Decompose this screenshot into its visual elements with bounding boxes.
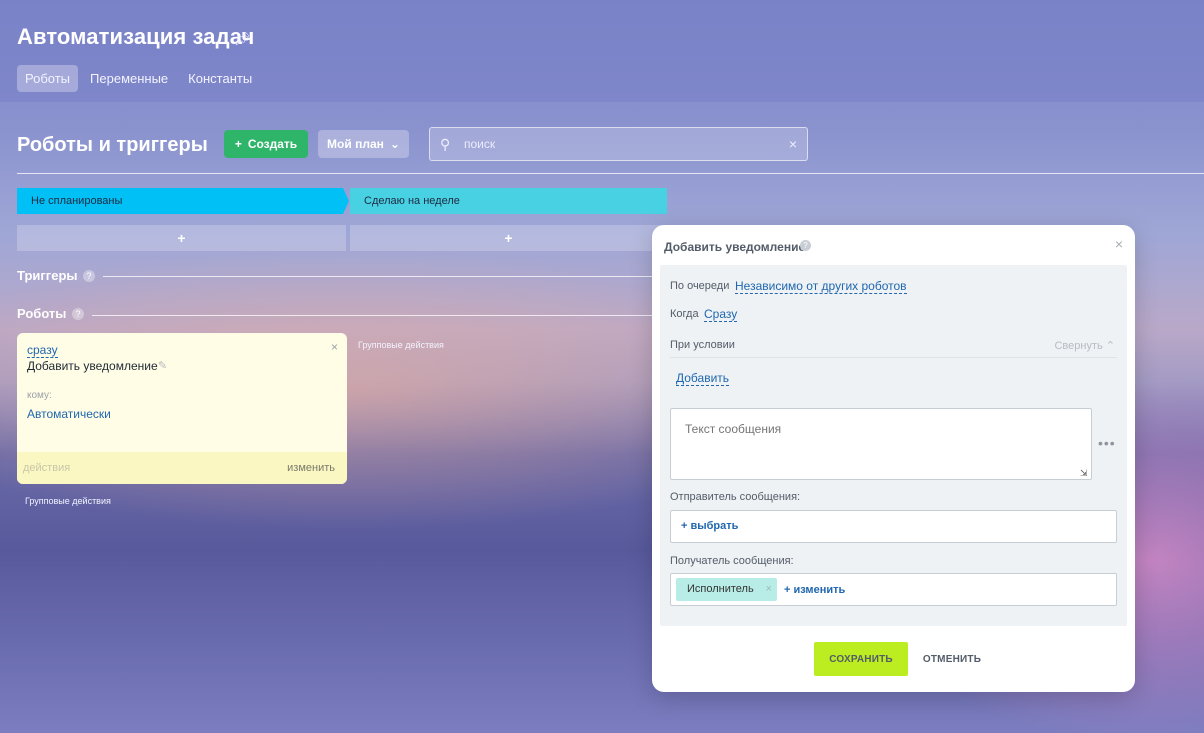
triggers-help-icon[interactable]: ? xyxy=(83,270,95,282)
tab-variables[interactable]: Переменные xyxy=(82,65,176,92)
divider xyxy=(17,173,1204,174)
my-plan-dropdown[interactable]: Мой план ⌄ xyxy=(318,130,409,158)
when-label: Когда xyxy=(670,308,699,320)
tab-bar: Роботы Переменные Константы xyxy=(17,65,260,92)
dialog-close-icon[interactable]: × xyxy=(1115,236,1123,252)
sender-label: Отправитель сообщения: xyxy=(670,491,801,503)
order-value-link[interactable]: Независимо от других роботов xyxy=(735,279,907,294)
create-button-label: Создать xyxy=(247,137,298,151)
section-title: Роботы и триггеры xyxy=(17,134,208,156)
search-box: ⚲ × xyxy=(429,127,808,161)
dialog-title: Добавить уведомление xyxy=(664,240,806,254)
my-plan-label: Мой план xyxy=(327,137,384,151)
search-input[interactable] xyxy=(464,134,774,154)
resize-handle-icon[interactable]: ⇲ xyxy=(1080,468,1088,479)
order-label: По очереди xyxy=(670,280,730,292)
message-text-input[interactable] xyxy=(670,408,1092,480)
collapse-label: Свернуть xyxy=(1054,340,1103,352)
chevron-down-icon: ⌄ xyxy=(389,137,400,151)
collapse-link[interactable]: Свернуть ⌃ xyxy=(1054,339,1115,352)
add-robot-stage-1-button[interactable]: + xyxy=(17,225,346,251)
clear-search-icon[interactable]: × xyxy=(789,136,797,152)
tab-robots[interactable]: Роботы xyxy=(17,65,79,92)
recipient-change-link[interactable]: + изменить xyxy=(784,584,845,596)
remove-chip-icon[interactable]: × xyxy=(766,578,772,601)
robot-when-link[interactable]: сразу xyxy=(27,343,58,358)
recipient-field[interactable]: Исполнитель × + изменить xyxy=(670,573,1117,606)
when-value-link[interactable]: Сразу xyxy=(704,307,738,322)
save-button[interactable]: СОХРАНИТЬ xyxy=(814,642,908,676)
search-icon: ⚲ xyxy=(440,136,451,152)
recipient-chip: Исполнитель × xyxy=(676,578,777,601)
chevron-up-icon: ⌃ xyxy=(1105,340,1115,352)
robots-divider xyxy=(92,315,662,316)
close-icon[interactable]: × xyxy=(331,340,338,354)
robot-to-label: кому: xyxy=(27,390,52,401)
robot-actions-link[interactable]: действия xyxy=(23,462,70,474)
robot-card[interactable]: сразу × Добавить уведомление ✎ кому: Авт… xyxy=(17,333,347,484)
triggers-heading: Триггеры xyxy=(17,268,78,283)
robot-card-footer: действия изменить xyxy=(17,452,347,484)
add-notification-dialog: Добавить уведомление ? × По очереди Неза… xyxy=(652,225,1135,692)
create-button[interactable]: + Создать xyxy=(224,130,308,158)
pencil-icon[interactable]: ✎ xyxy=(158,359,167,372)
group-actions-link-stage-2[interactable]: Групповые действия xyxy=(358,340,444,350)
triggers-divider xyxy=(103,276,663,277)
more-options-icon[interactable]: ••• xyxy=(1098,435,1116,451)
page-title: Автоматизация задач xyxy=(17,24,255,49)
recipient-label: Получатель сообщения: xyxy=(670,555,794,567)
tab-constants[interactable]: Константы xyxy=(180,65,260,92)
robot-title: Добавить уведомление xyxy=(27,359,158,373)
dialog-body: По очереди Независимо от других роботов … xyxy=(660,265,1127,626)
condition-label: При условии xyxy=(670,339,735,351)
condition-divider xyxy=(670,357,1117,358)
add-robot-stage-2-button[interactable]: + xyxy=(350,225,667,251)
robots-help-icon[interactable]: ? xyxy=(72,308,84,320)
recipient-chip-label: Исполнитель xyxy=(687,583,754,595)
stage-not-planned[interactable]: Не спланированы xyxy=(17,188,349,214)
robot-change-link[interactable]: изменить xyxy=(287,462,335,474)
robots-heading: Роботы xyxy=(17,306,67,321)
add-condition-link[interactable]: Добавить xyxy=(676,371,730,386)
sender-field[interactable]: + выбрать xyxy=(670,510,1117,543)
dialog-help-icon[interactable]: ? xyxy=(800,240,811,251)
group-actions-link-stage-1[interactable]: Групповые действия xyxy=(25,496,111,506)
sender-pick-link[interactable]: + выбрать xyxy=(681,520,738,532)
pin-icon[interactable]: 📌︎ xyxy=(234,31,251,47)
cancel-button[interactable]: ОТМЕНИТЬ xyxy=(912,642,992,676)
stage-this-week[interactable]: Сделаю на неделе xyxy=(350,188,667,214)
plus-icon: + xyxy=(234,137,242,151)
robot-to-value[interactable]: Автоматически xyxy=(27,407,111,421)
